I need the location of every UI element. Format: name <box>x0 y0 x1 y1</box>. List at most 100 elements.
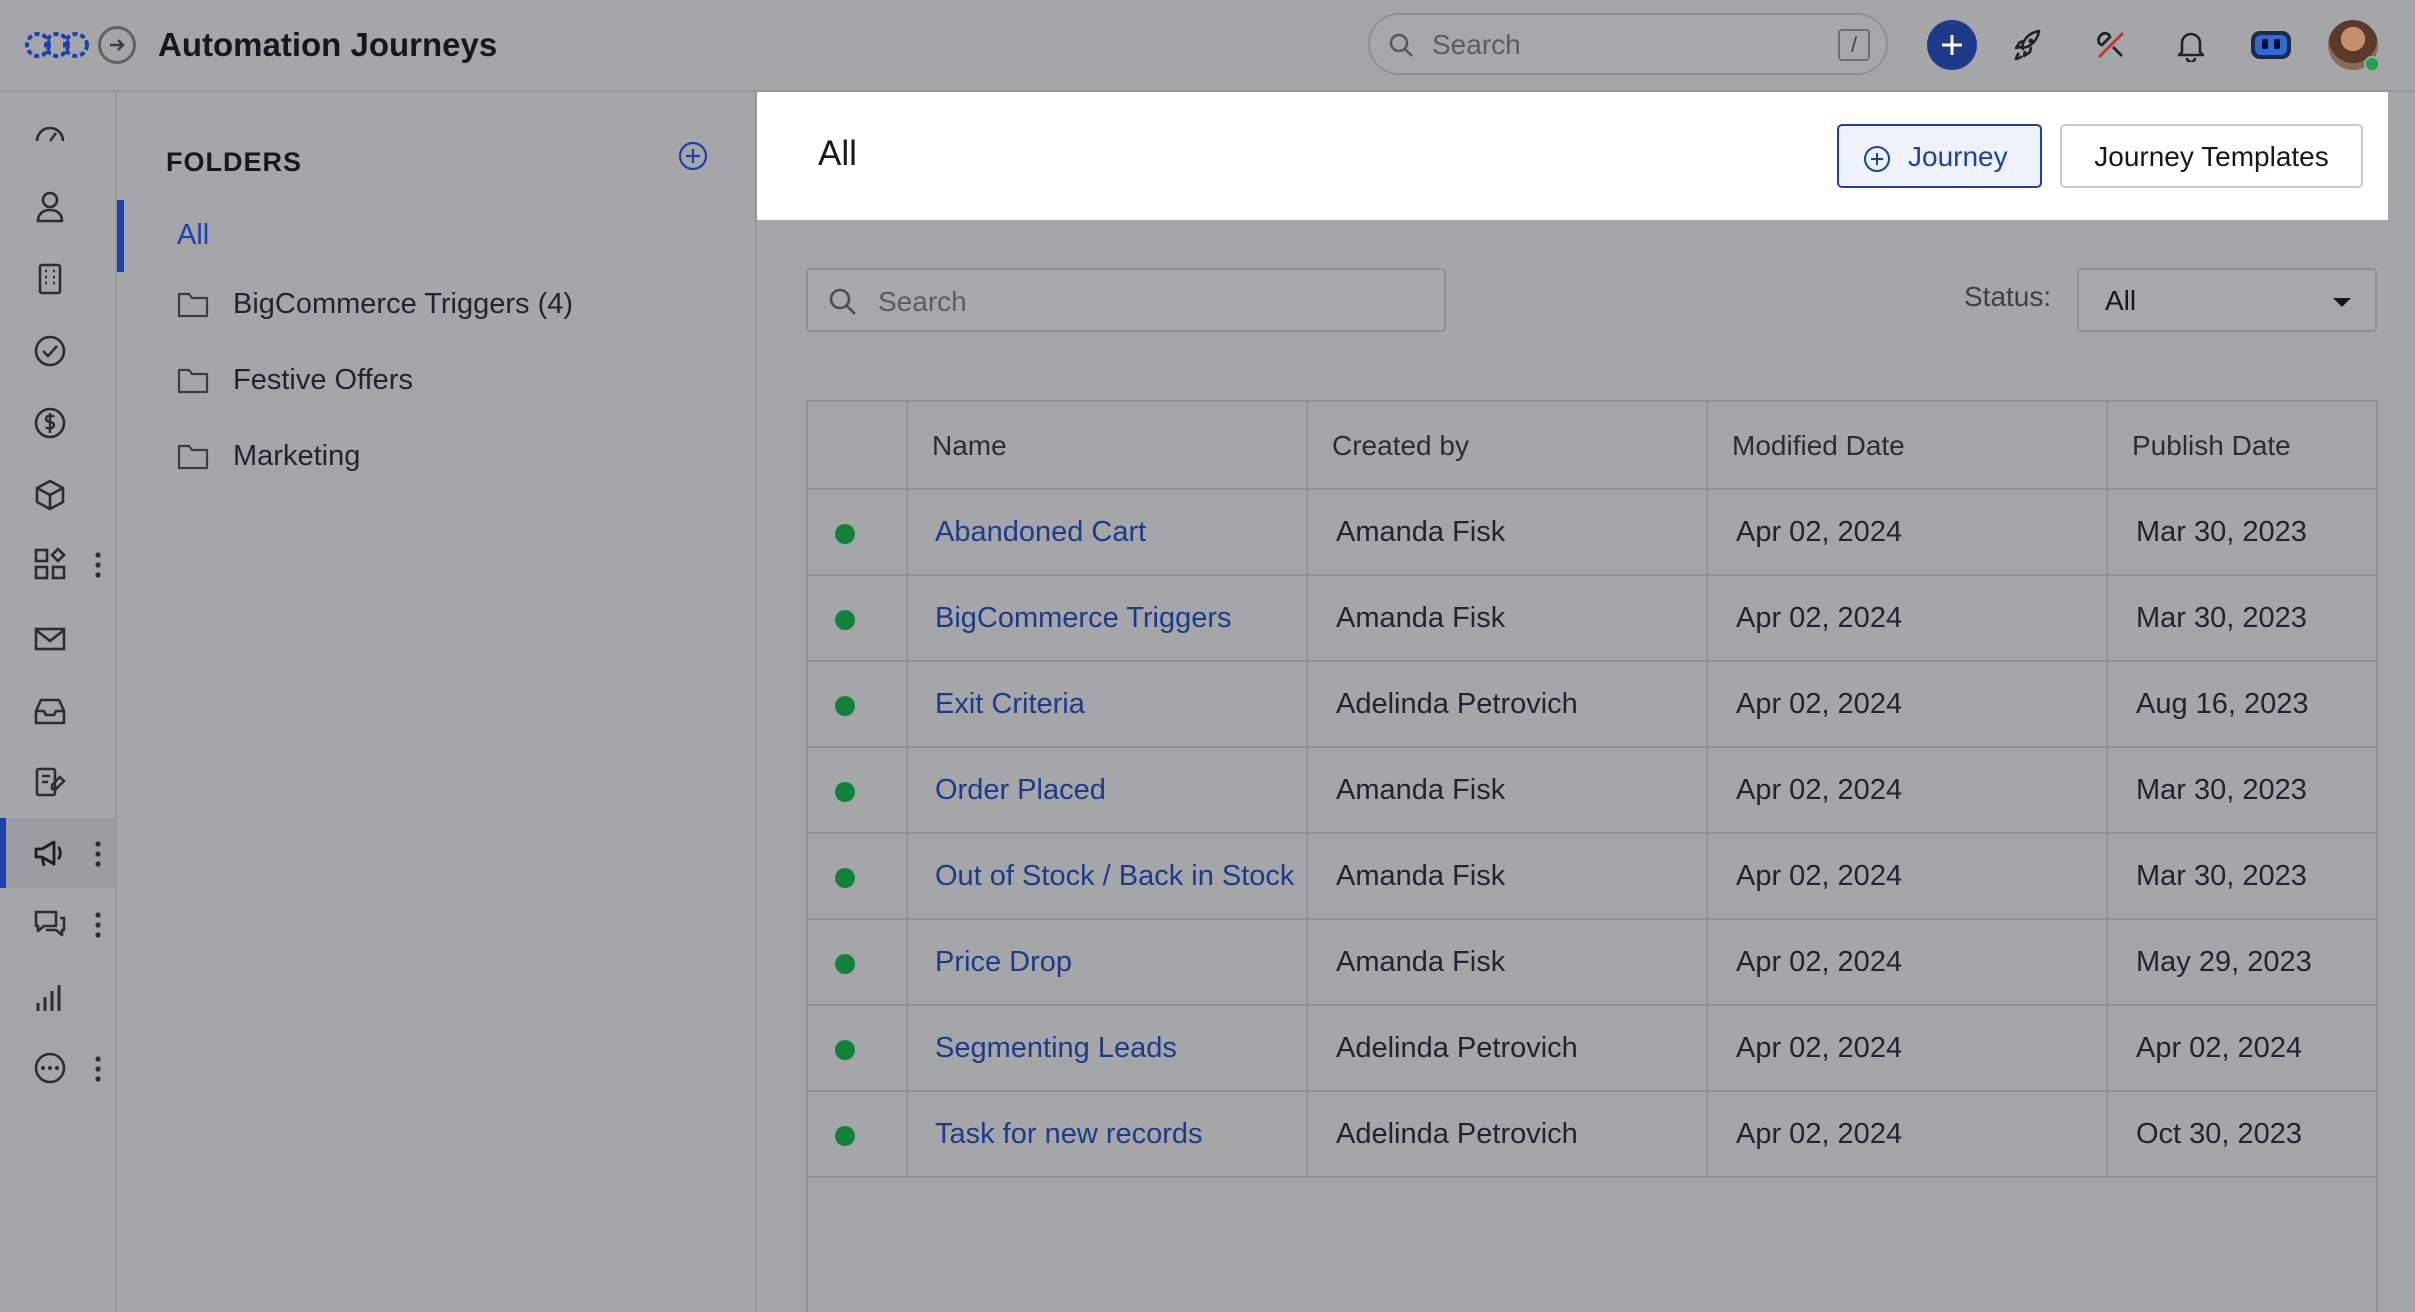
folder-item-label: BigCommerce Triggers (4) <box>233 288 574 320</box>
table-row[interactable]: Segmenting Leads Adelinda Petrovich Apr 02… <box>808 1006 2376 1092</box>
journey-name-link[interactable]: Segmenting Leads <box>935 1032 1177 1065</box>
journey-templates-button[interactable]: Journey Templates <box>2060 124 2363 188</box>
rail-item-tasks[interactable] <box>0 316 117 386</box>
created-by-cell: Amanda Fisk <box>1336 602 1506 634</box>
created-by-cell: Amanda Fisk <box>1308 920 1708 1006</box>
rail-item-deals[interactable] <box>0 388 117 458</box>
table-row[interactable]: Exit Criteria Adelinda Petrovich Apr 02, 2… <box>808 662 2376 748</box>
kebab-menu-icon[interactable] <box>94 911 102 939</box>
status-filter-select[interactable]: All <box>2077 268 2377 332</box>
column-header-created-by[interactable]: Created by <box>1308 402 1708 490</box>
notifications-button[interactable] <box>2168 22 2214 68</box>
publish-date-cell: Mar 30, 2023 <box>2108 834 2380 920</box>
created-by-cell: Adelinda Petrovich <box>1308 1092 1708 1178</box>
status-cell <box>808 1092 908 1178</box>
journey-name-link[interactable]: Task for new records <box>935 1118 1203 1151</box>
table-row[interactable]: Price Drop Amanda Fisk Apr 02, 2024 May 29,… <box>808 920 2376 1006</box>
journey-name-cell: BigCommerce Triggers <box>908 576 1308 662</box>
folder-item[interactable]: Festive Offers <box>117 348 757 418</box>
modified-date-cell: Apr 02, 2024 <box>1708 920 2108 1006</box>
journey-name-link[interactable]: Order Placed <box>935 774 1106 807</box>
rail-item-products[interactable] <box>0 460 117 530</box>
folder-item-label: Festive Offers <box>233 364 413 396</box>
table-row[interactable]: BigCommerce Triggers Amanda Fisk Apr 02, 2… <box>808 576 2376 662</box>
left-navigation-rail <box>0 92 117 1312</box>
rail-item-conversations[interactable] <box>0 889 117 959</box>
column-header-publish-date[interactable]: Publish Date <box>2108 402 2380 490</box>
search-icon <box>829 288 856 315</box>
global-search-placeholder: Search <box>1432 29 1521 60</box>
kebab-menu-icon[interactable] <box>94 840 102 868</box>
column-header-label: Created by <box>1332 430 1469 461</box>
table-row[interactable]: Abandoned Cart Amanda Fisk Apr 02, 2024 Mar… <box>808 490 2376 576</box>
modified-date-cell: Apr 02, 2024 <box>1708 1092 2108 1178</box>
modified-date-cell: Apr 02, 2024 <box>1708 662 2108 748</box>
table-header: Name Created by Modified Date Publish Da… <box>808 402 2376 490</box>
folder-all[interactable]: All <box>117 200 757 272</box>
global-search[interactable]: Search / <box>1368 13 1888 75</box>
column-header-name[interactable]: Name <box>908 402 1308 490</box>
table-row[interactable]: Order Placed Amanda Fisk Apr 02, 2024 Mar 3… <box>808 748 2376 834</box>
journey-name-link[interactable]: Abandoned Cart <box>935 516 1146 549</box>
rail-item-reports[interactable] <box>0 962 117 1032</box>
folder-item[interactable]: Marketing <box>117 424 757 494</box>
rail-item-contacts[interactable] <box>0 172 117 242</box>
modified-date-cell: Apr 02, 2024 <box>1736 860 1903 892</box>
modified-date-cell: Apr 02, 2024 <box>1736 1118 1903 1150</box>
rail-item-dashboard[interactable] <box>0 100 117 170</box>
status-indicator-dot <box>835 954 855 974</box>
user-avatar[interactable] <box>2328 20 2380 72</box>
folder-icon <box>177 368 209 394</box>
rail-item-inbox[interactable] <box>0 676 117 746</box>
created-by-cell: Amanda Fisk <box>1308 576 1708 662</box>
rail-item-email[interactable] <box>0 604 117 674</box>
rocket-button[interactable] <box>2004 22 2050 68</box>
bell-icon <box>2177 32 2205 62</box>
publish-date-cell: Aug 16, 2023 <box>2108 662 2380 748</box>
journey-search-input[interactable]: Search <box>806 268 1446 332</box>
table-row[interactable]: Out of Stock / Back in Stock Amanda Fisk A… <box>808 834 2376 920</box>
rail-item-more[interactable] <box>0 1033 117 1103</box>
status-filter-label: Status: <box>1964 281 2052 312</box>
status-indicator-dot <box>835 696 855 716</box>
kebab-menu-icon[interactable] <box>94 551 102 579</box>
email-icon <box>34 627 66 651</box>
journey-name-link[interactable]: Out of Stock / Back in Stock <box>935 860 1294 893</box>
journey-name-link[interactable]: Exit Criteria <box>935 688 1085 721</box>
rail-item-apps[interactable] <box>0 529 117 599</box>
journey-name-link[interactable]: BigCommerce Triggers <box>935 602 1232 635</box>
add-journey-button[interactable]: Journey <box>1837 124 2042 188</box>
folder-item[interactable]: BigCommerce Triggers (4) <box>117 272 757 342</box>
status-indicator-dot <box>835 782 855 802</box>
tasks-icon <box>34 335 66 367</box>
status-cell <box>808 662 908 748</box>
tools-icon <box>2097 31 2125 59</box>
ai-assistant-button[interactable] <box>2248 22 2294 68</box>
journey-name-cell: Abandoned Cart <box>908 490 1308 576</box>
modified-date-cell: Apr 02, 2024 <box>1736 688 1903 720</box>
status-cell <box>808 748 908 834</box>
create-button[interactable] <box>1927 20 1977 70</box>
publish-date-cell: Mar 30, 2023 <box>2108 576 2380 662</box>
expand-sidebar-button[interactable] <box>98 26 136 64</box>
tools-button[interactable] <box>2088 22 2134 68</box>
app-logo-icon[interactable] <box>24 24 90 66</box>
journey-name-cell: Out of Stock / Back in Stock <box>908 834 1308 920</box>
journey-name-link[interactable]: Price Drop <box>935 946 1072 979</box>
online-status-indicator <box>2364 56 2380 72</box>
column-header-modified-date[interactable]: Modified Date <box>1708 402 2108 490</box>
add-folder-icon[interactable] <box>677 140 709 172</box>
kebab-menu-icon[interactable] <box>94 1055 102 1083</box>
table-row[interactable]: Task for new records Adelinda Petrovich Ap… <box>808 1092 2376 1178</box>
journey-name-cell: Task for new records <box>908 1092 1308 1178</box>
created-by-cell: Amanda Fisk <box>1308 834 1708 920</box>
publish-date-cell: Apr 02, 2024 <box>2136 1032 2303 1064</box>
rail-item-forms[interactable] <box>0 748 117 818</box>
publish-date-cell: May 29, 2023 <box>2136 946 2312 978</box>
created-by-cell: Adelinda Petrovich <box>1308 662 1708 748</box>
search-icon <box>1389 33 1413 57</box>
main-header: All Journey Journey Templates <box>757 92 2388 220</box>
rail-item-campaigns[interactable] <box>0 818 117 888</box>
rail-item-accounts[interactable] <box>0 244 117 314</box>
created-by-cell: Adelinda Petrovich <box>1308 1006 1708 1092</box>
